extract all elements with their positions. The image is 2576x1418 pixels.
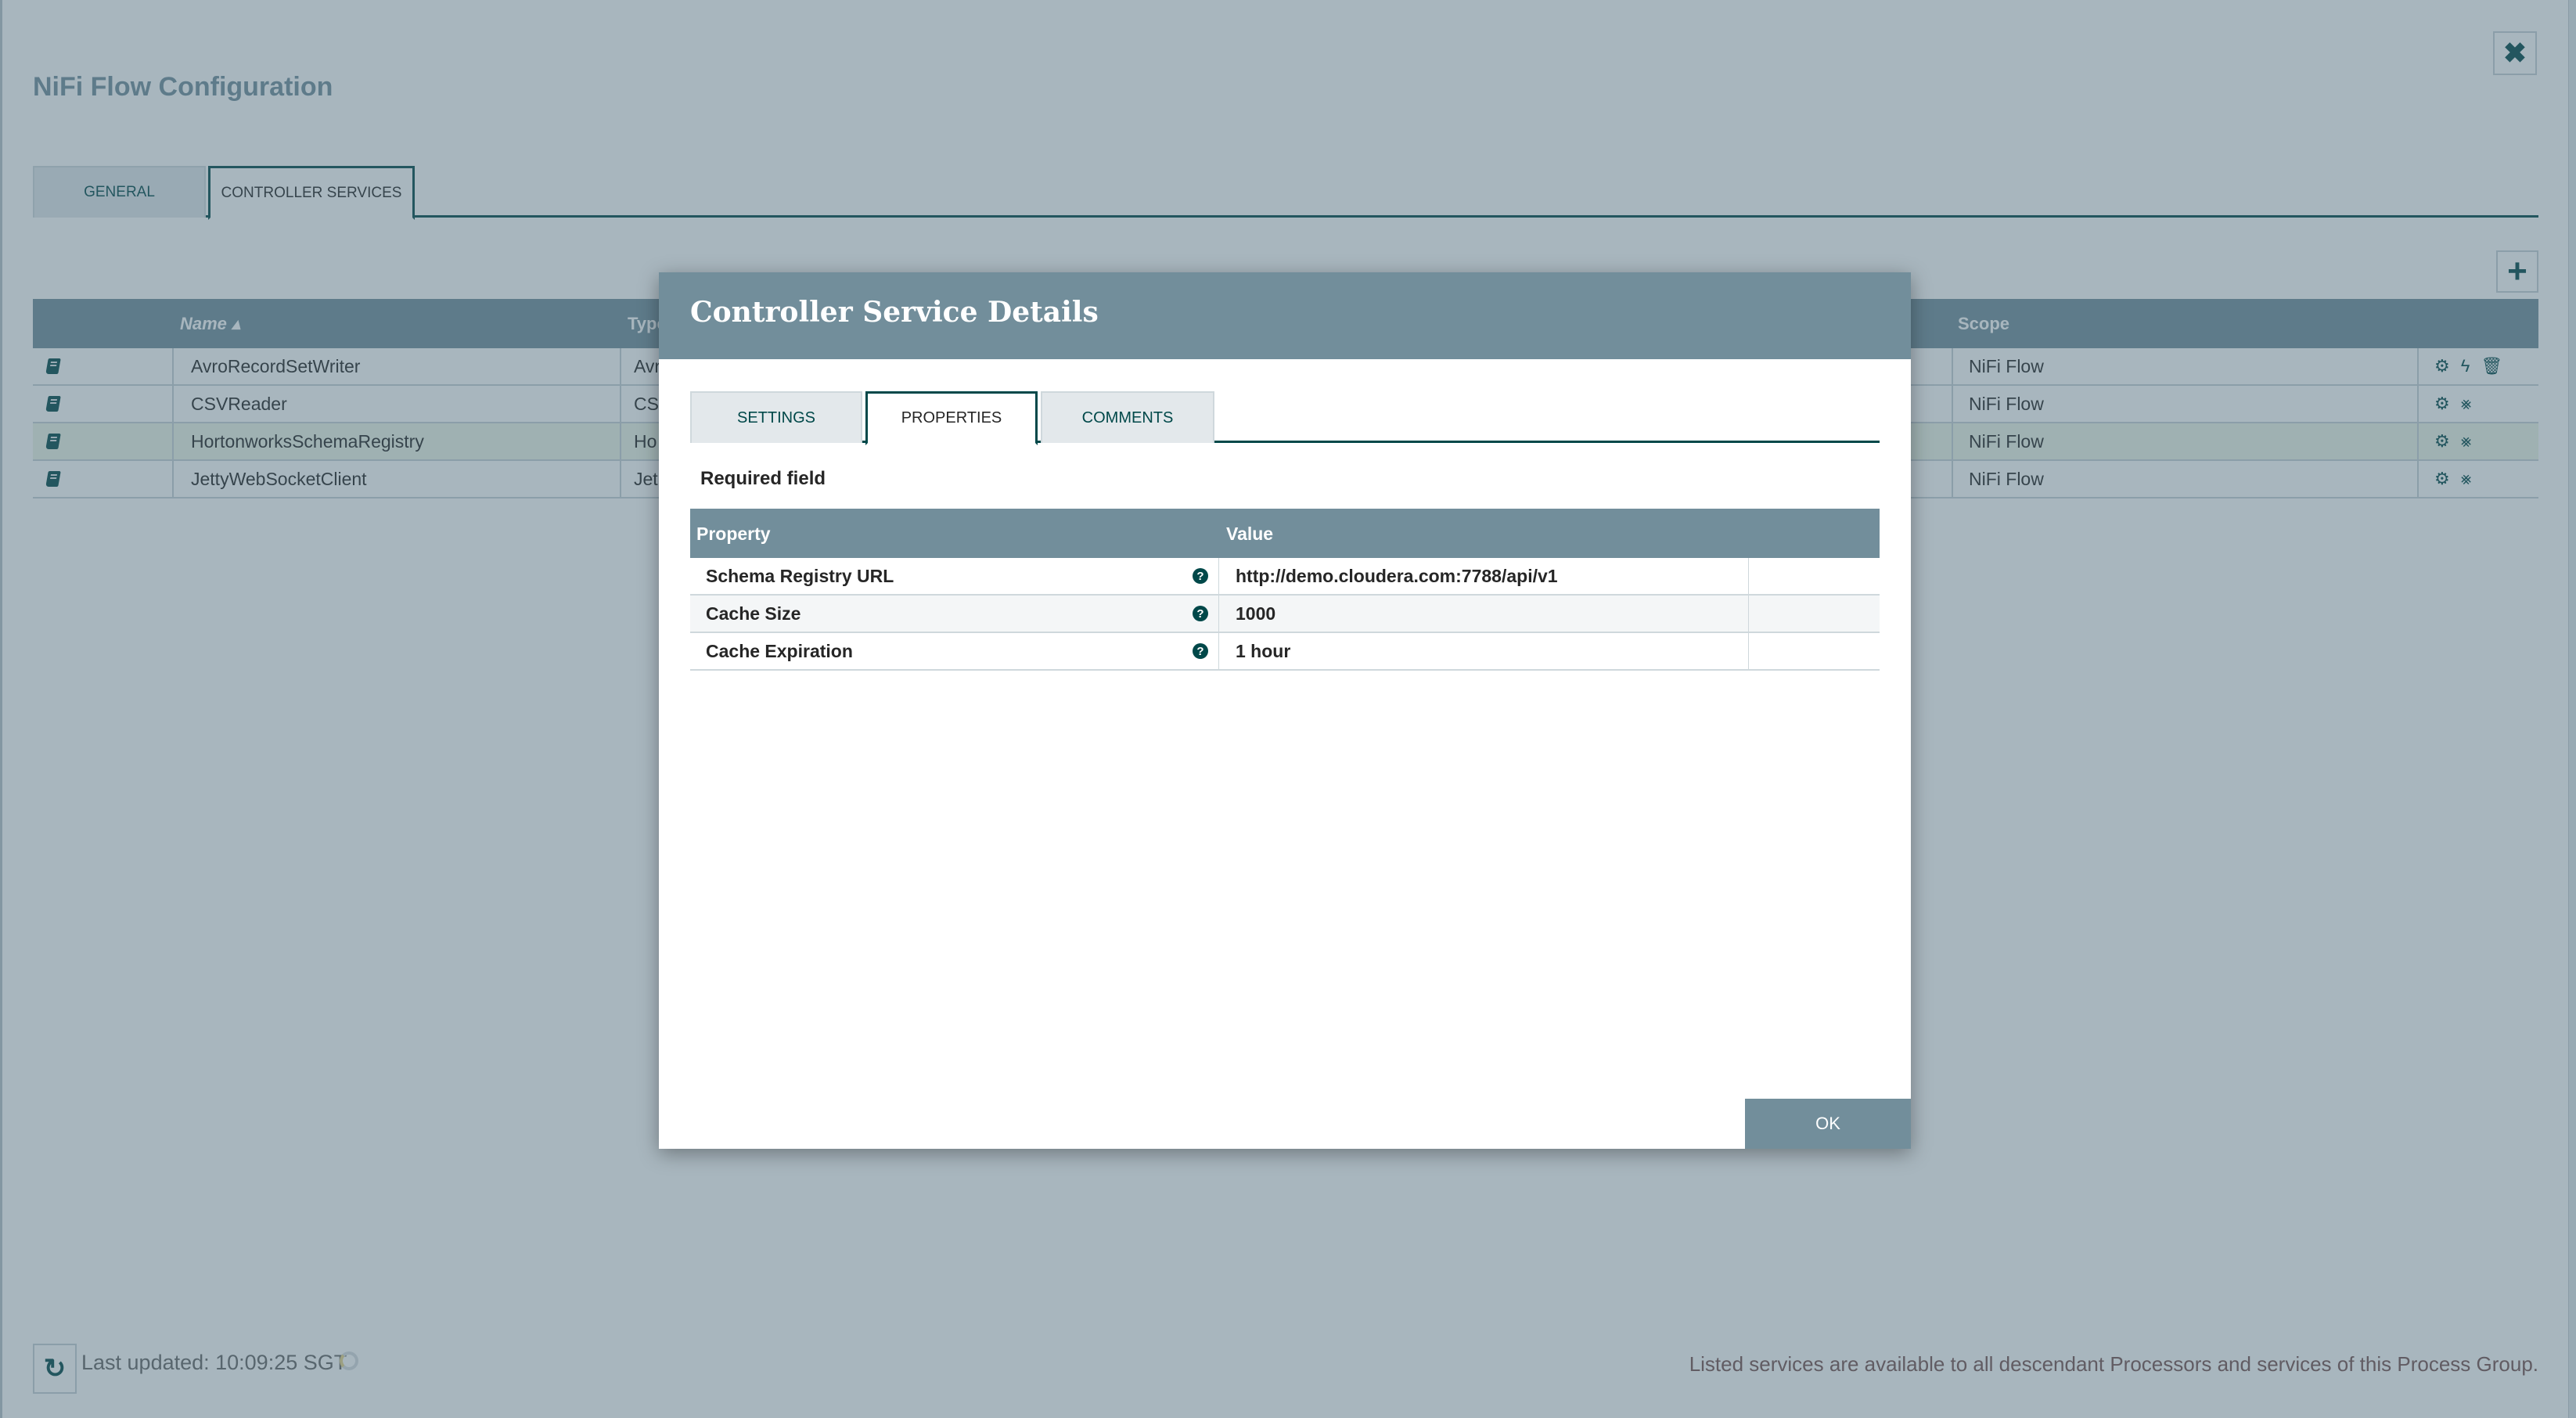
dialog-title: Controller Service Details (690, 296, 1099, 329)
property-actions-cell (1749, 633, 1880, 669)
property-actions-cell (1749, 558, 1880, 594)
property-row[interactable]: Cache Size ? 1000 (690, 596, 1880, 633)
property-row[interactable]: Schema Registry URL ? http://demo.cloude… (690, 558, 1880, 596)
tab-comments[interactable]: COMMENTS (1041, 391, 1214, 443)
controller-service-details-dialog: Controller Service Details SETTINGS PROP… (659, 272, 1911, 1149)
property-value[interactable]: http://demo.cloudera.com:7788/api/v1 (1220, 558, 1749, 594)
help-icon[interactable]: ? (1193, 606, 1208, 621)
help-icon[interactable]: ? (1193, 568, 1208, 584)
tab-properties[interactable]: PROPERTIES (865, 391, 1038, 445)
property-actions-cell (1749, 596, 1880, 632)
property-value[interactable]: 1 hour (1220, 633, 1749, 669)
column-header-value: Value (1226, 524, 1274, 544)
dialog-tabs: SETTINGS PROPERTIES COMMENTS (690, 391, 1880, 445)
help-icon[interactable]: ? (1193, 643, 1208, 659)
column-header-property: Property (696, 524, 771, 544)
property-name: Cache Size (690, 596, 1219, 632)
property-row[interactable]: Cache Expiration ? 1 hour (690, 633, 1880, 671)
property-name: Cache Expiration (690, 633, 1219, 669)
property-name: Schema Registry URL (690, 558, 1219, 594)
tab-settings[interactable]: SETTINGS (690, 391, 862, 443)
property-value[interactable]: 1000 (1220, 596, 1749, 632)
properties-table-header: Property Value (690, 509, 1880, 558)
required-field-label: Required field (700, 468, 826, 489)
properties-table: Property Value Schema Registry URL ? htt… (690, 509, 1880, 671)
ok-button[interactable]: OK (1745, 1099, 1911, 1149)
dialog-header: Controller Service Details (659, 272, 1911, 359)
